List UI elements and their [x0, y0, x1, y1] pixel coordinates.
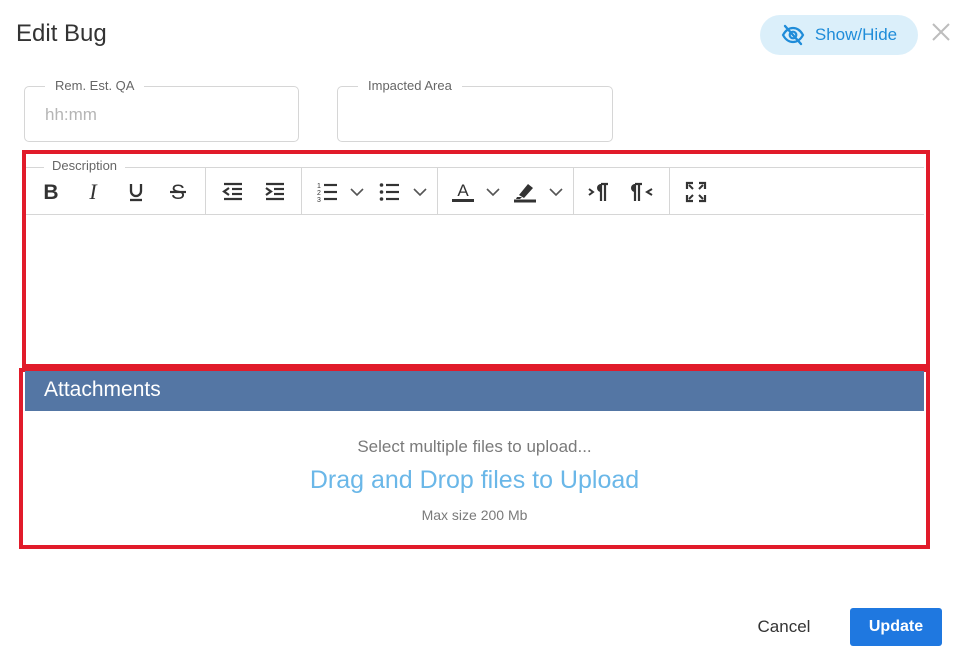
svg-text:B: B [43, 181, 58, 204]
italic-icon[interactable]: I [81, 180, 105, 204]
impacted-area-field: Impacted Area [337, 78, 613, 142]
eye-off-icon [781, 24, 805, 46]
fullscreen-icon[interactable] [684, 180, 708, 204]
indent-icon[interactable] [263, 180, 287, 204]
drag-drop-upload-link[interactable]: Drag and Drop files to Upload [25, 466, 924, 495]
bold-icon[interactable]: B [39, 180, 63, 204]
attachments-hint: Select multiple files to upload... [357, 437, 592, 456]
unordered-list-icon[interactable] [378, 180, 402, 204]
impacted-area-input[interactable] [356, 104, 580, 126]
ordered-list-dropdown-icon[interactable] [348, 180, 366, 204]
rem-est-qa-label: Rem. Est. QA [45, 78, 145, 93]
cancel-button[interactable]: Cancel [742, 608, 826, 646]
svg-text:3: 3 [317, 197, 321, 204]
rem-est-qa-input[interactable] [43, 104, 267, 126]
outdent-icon[interactable] [221, 180, 245, 204]
update-button[interactable]: Update [850, 608, 942, 646]
svg-text:2: 2 [317, 190, 321, 197]
ordered-list-icon[interactable]: 1 2 3 [316, 180, 340, 204]
show-hide-button[interactable]: Show/Hide [760, 15, 918, 55]
svg-text:I: I [88, 180, 98, 204]
dialog-title: Edit Bug [16, 20, 107, 47]
description-editor-content[interactable] [26, 215, 924, 363]
svg-text:A: A [457, 181, 469, 200]
show-hide-label: Show/Hide [814, 25, 898, 44]
attachments-header: Attachments [25, 371, 924, 411]
strikethrough-icon[interactable]: S [166, 180, 190, 204]
rem-est-qa-field: Rem. Est. QA [24, 78, 299, 142]
close-icon[interactable] [929, 20, 953, 44]
ltr-icon[interactable] [587, 180, 611, 204]
font-color-icon[interactable]: A [451, 180, 475, 204]
impacted-area-label: Impacted Area [358, 78, 462, 93]
highlight-color-dropdown-icon[interactable] [547, 180, 565, 204]
rtl-icon[interactable] [630, 180, 654, 204]
underline-icon[interactable] [124, 180, 148, 204]
font-color-dropdown-icon[interactable] [484, 180, 502, 204]
unordered-list-dropdown-icon[interactable] [411, 180, 429, 204]
highlight-color-icon[interactable] [513, 180, 537, 204]
svg-text:1: 1 [317, 183, 321, 190]
attachments-max-size: Max size 200 Mb [421, 507, 528, 523]
editor-toolbar: B I S 1 2 3 A [26, 168, 924, 215]
